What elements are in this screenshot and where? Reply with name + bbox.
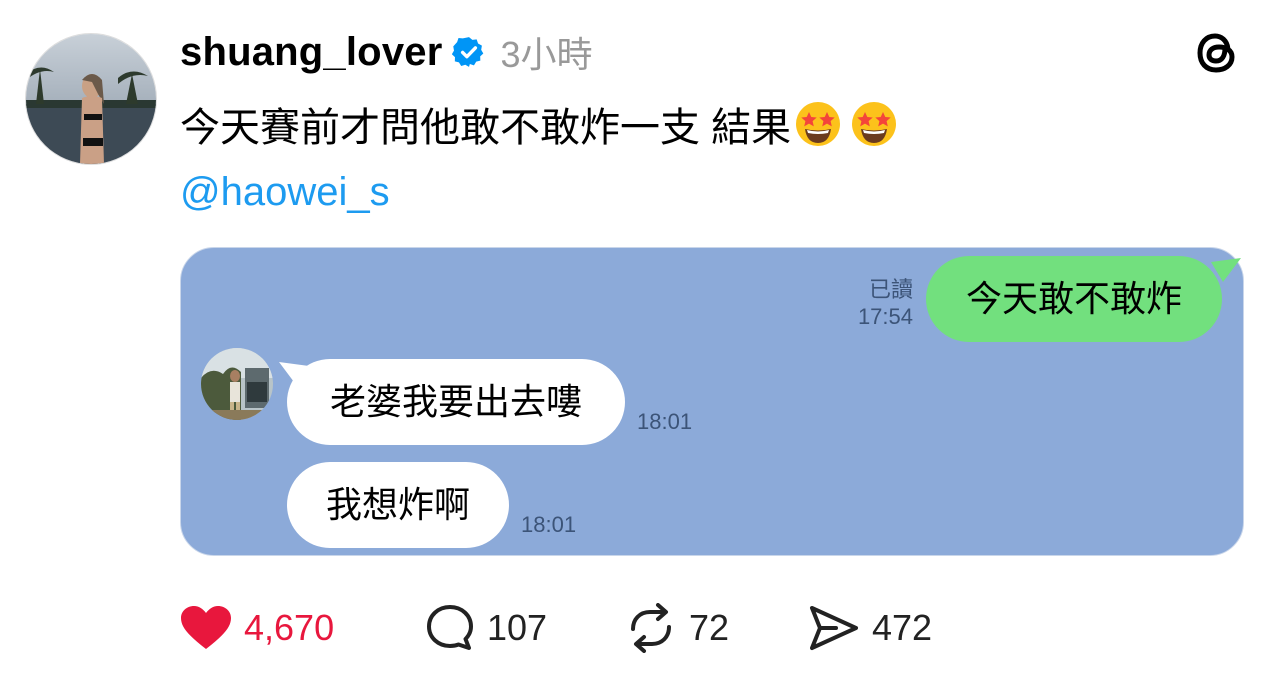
chat-screenshot-image[interactable]: 今天敢不敢炸 已讀 17:54 老婆我要出去嘍 18:01 我想炸啊 18:01 <box>180 247 1244 556</box>
star-struck-emoji-icon <box>852 102 897 146</box>
username[interactable]: shuang_lover <box>180 30 442 75</box>
sent-message-bubble: 今天敢不敢炸 <box>926 256 1222 342</box>
post-time: 3小時 <box>500 34 593 75</box>
friend-avatar <box>201 348 273 420</box>
author-avatar[interactable] <box>25 33 157 165</box>
reply-button[interactable]: 107 <box>425 600 547 656</box>
received-message-bubble: 老婆我要出去嘍 <box>287 359 625 445</box>
share-icon <box>810 606 858 650</box>
received-message-time: 18:01 <box>521 512 577 537</box>
repost-icon <box>631 603 671 653</box>
sent-message-text: 今天敢不敢炸 <box>965 278 1182 319</box>
post-header: shuang_lover 3小時 <box>180 26 593 78</box>
read-receipt-label: 已讀 <box>868 277 913 302</box>
received-message-text: 老婆我要出去嘍 <box>329 381 582 422</box>
post-body: 今天賽前才問他敢不敢炸一支 結果 <box>180 96 899 152</box>
verified-badge-icon <box>452 37 484 67</box>
star-struck-emoji-icon <box>796 102 841 146</box>
received-message-text: 我想炸啊 <box>325 484 470 525</box>
received-message-time: 18:01 <box>637 409 693 434</box>
like-button[interactable]: 4,670 <box>180 600 334 656</box>
reply-count: 107 <box>487 607 548 648</box>
mention-link[interactable]: @haowei_s <box>180 166 390 218</box>
share-count: 472 <box>872 607 933 648</box>
like-count: 4,670 <box>244 607 335 648</box>
repost-count: 72 <box>689 607 730 648</box>
repost-button[interactable]: 72 <box>625 600 729 656</box>
sent-message-time: 17:54 <box>857 304 913 329</box>
share-button[interactable]: 472 <box>808 600 932 656</box>
post-text: 今天賽前才問他敢不敢炸一支 結果 <box>180 106 792 150</box>
threads-logo-icon[interactable] <box>1192 28 1242 78</box>
received-message-bubble: 我想炸啊 <box>287 462 509 548</box>
heart-icon <box>181 606 231 649</box>
sent-message-meta: 已讀 17:54 <box>831 276 913 330</box>
post-actions-bar: 4,670 107 72 472 <box>0 600 1280 656</box>
comment-icon <box>427 605 473 650</box>
